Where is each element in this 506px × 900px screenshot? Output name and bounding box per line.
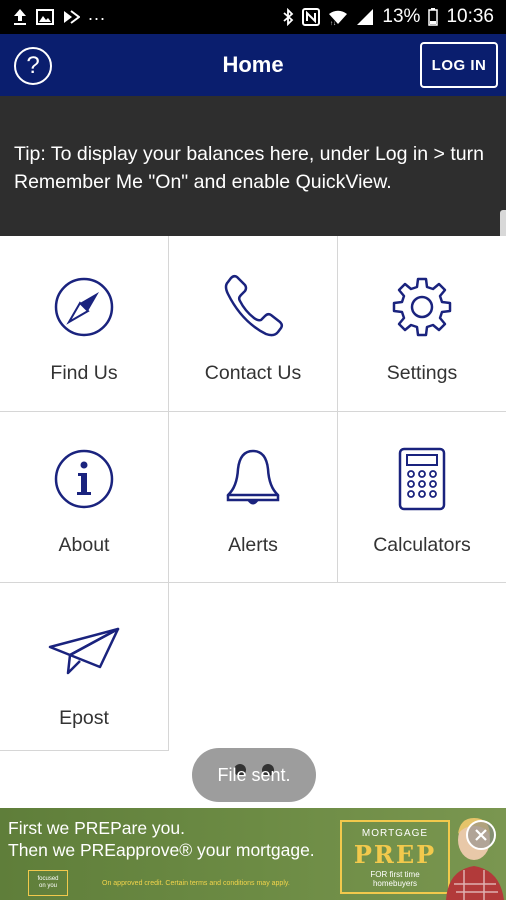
compass-icon (54, 277, 114, 337)
tile-calculators[interactable]: Calculators (338, 412, 506, 583)
forward-notification-icon (64, 10, 80, 24)
app-bar: ? Home LOG IN (0, 34, 506, 96)
image-icon (36, 9, 54, 25)
tile-about[interactable]: About (0, 412, 169, 583)
calculator-icon (398, 447, 446, 511)
ad-banner[interactable]: First we PREPare you. Then we PREapprove… (0, 808, 506, 900)
phone-icon (224, 274, 284, 337)
tile-contact-us[interactable]: Contact Us (169, 236, 338, 412)
tile-label: Epost (59, 707, 109, 729)
wifi-icon: ↑↓ (329, 10, 348, 26)
battery-percent: 13% (382, 6, 421, 27)
tile-label: Calculators (373, 534, 471, 556)
tile-label: About (58, 534, 110, 556)
quickview-tip: Tip: To display your balances here, unde… (0, 96, 506, 236)
bluetooth-icon (283, 8, 294, 26)
toast-message: File sent. (192, 748, 316, 802)
tile-alerts[interactable]: Alerts (169, 412, 338, 583)
ad-headline-1: First we PREPare you. (8, 818, 185, 838)
overflow-indicator: ... (88, 3, 107, 24)
log-in-button[interactable]: LOG IN (420, 42, 498, 88)
mortgage-prep-badge: MORTGAGE PREP FOR first time homebuyers (340, 820, 450, 894)
ad-disclaimer: On approved credit. Certain terms and co… (102, 880, 290, 887)
gear-icon (392, 277, 452, 337)
info-icon (54, 449, 114, 509)
tile-find-us[interactable]: Find Us (0, 236, 169, 412)
paper-plane-icon (48, 627, 120, 675)
upload-icon (14, 9, 26, 25)
status-bar: ... ↑↓ 13% 10:36 (0, 0, 506, 34)
tile-epost[interactable]: Epost (0, 583, 169, 751)
tile-label: Alerts (228, 534, 278, 556)
tile-settings[interactable]: Settings (338, 236, 506, 412)
battery-icon (428, 8, 439, 26)
toast-text: File sent. (217, 764, 291, 785)
help-button[interactable]: ? (14, 47, 52, 85)
tile-label: Contact Us (204, 362, 302, 384)
help-icon: ? (26, 52, 40, 79)
nfc-icon (302, 8, 321, 26)
close-icon (475, 829, 487, 841)
clock: 10:36 (446, 6, 494, 27)
ad-close-button[interactable] (466, 820, 496, 850)
signal-icon (357, 9, 374, 25)
svg-text:↑↓: ↑↓ (330, 21, 336, 26)
bell-icon (226, 449, 280, 505)
focused-on-you-logo: focused on you (28, 870, 68, 896)
ad-headline-2: Then we PREapprove® your mortgage. (8, 840, 315, 860)
tip-text: Tip: To display your balances here, unde… (14, 143, 484, 193)
tile-label: Find Us (50, 362, 118, 384)
tile-label: Settings (386, 362, 458, 384)
